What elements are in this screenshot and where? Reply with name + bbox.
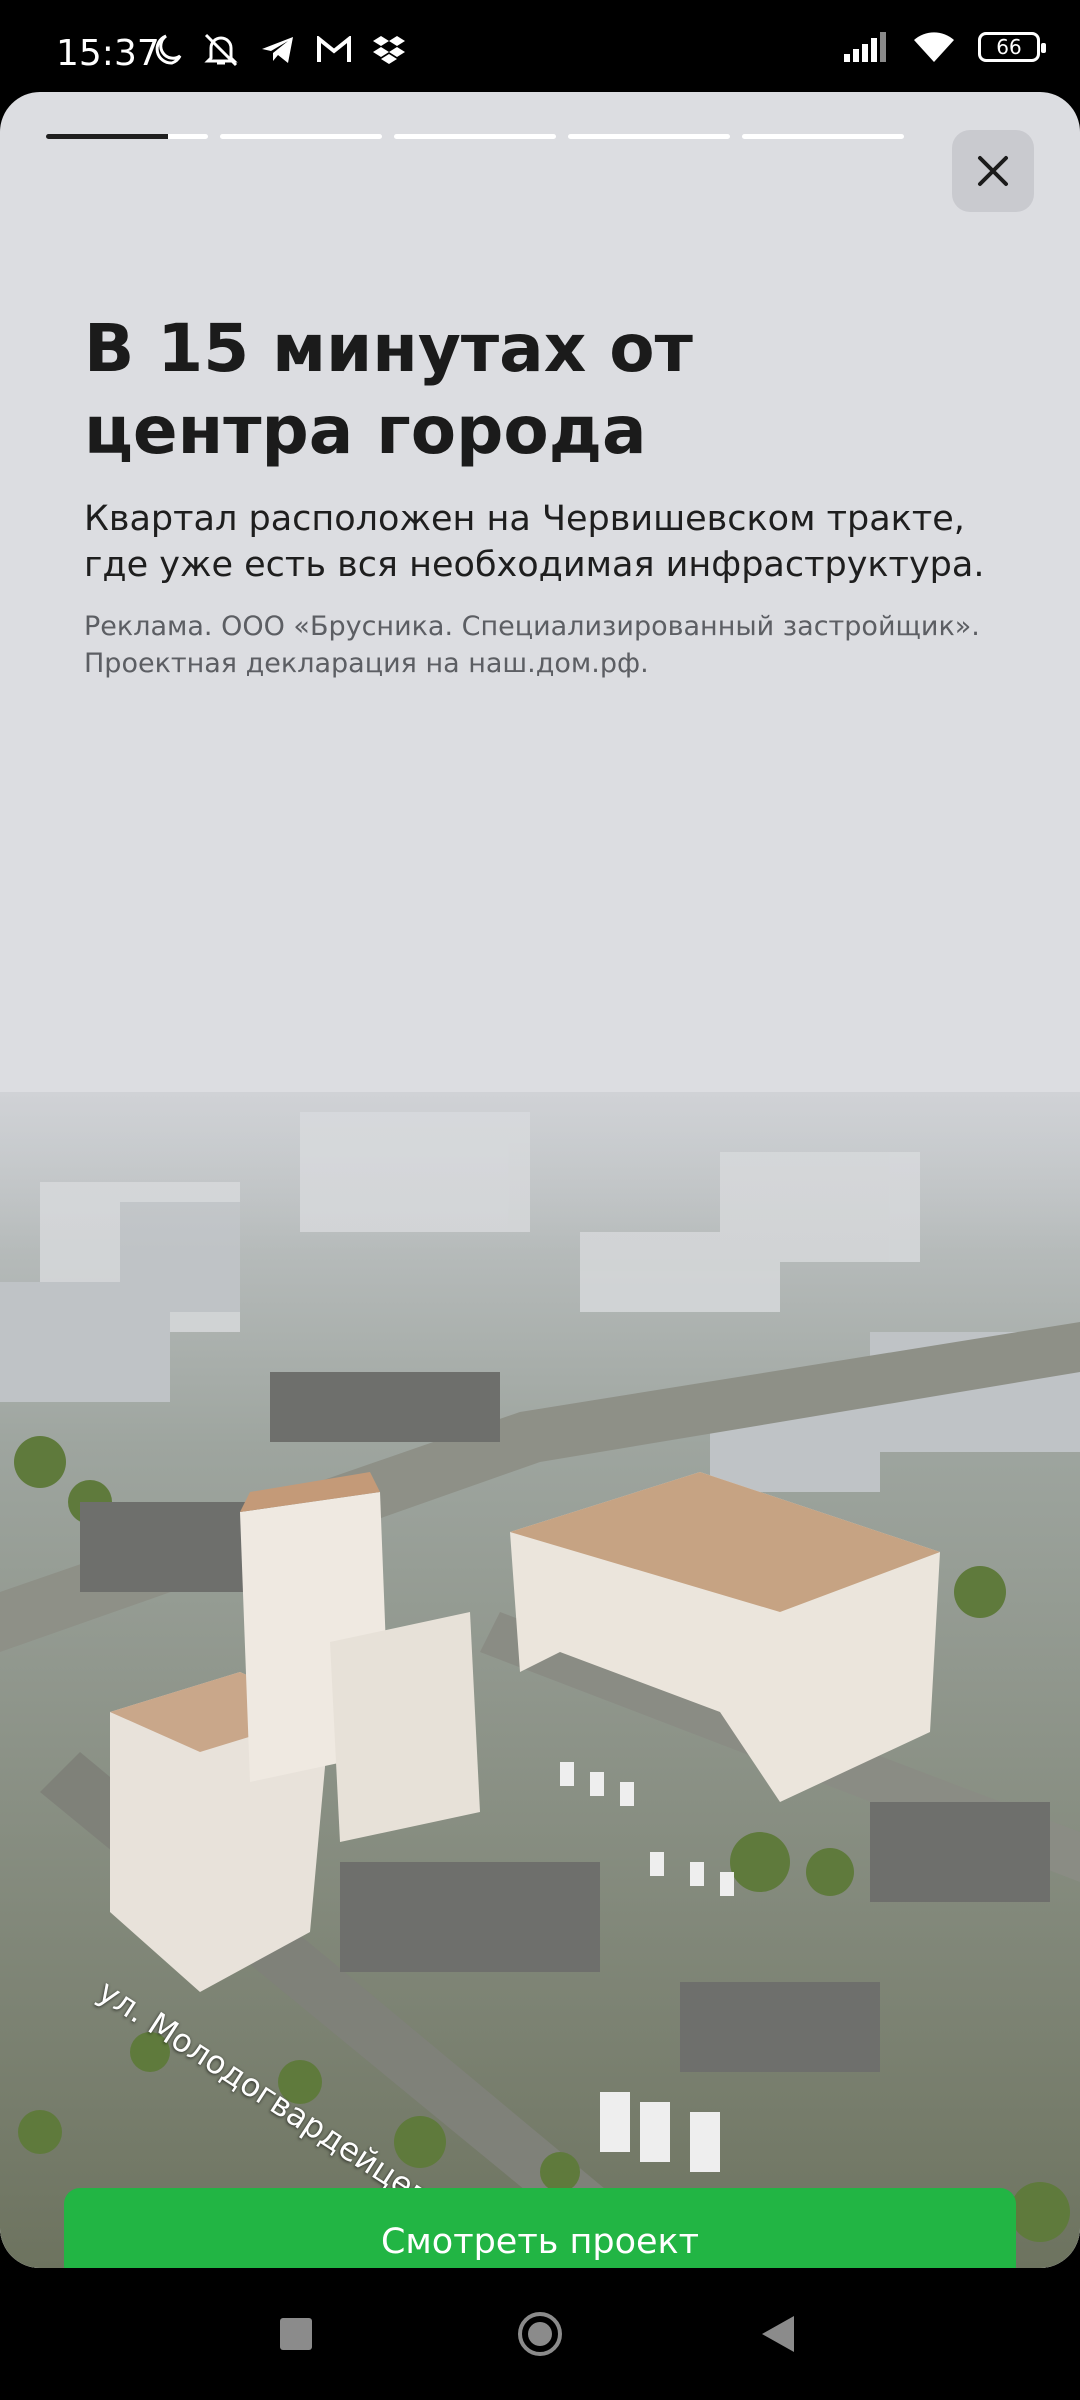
progress-segment-fill (46, 134, 168, 139)
status-bar: 15:37 66 (0, 0, 1080, 92)
story-title: В 15 минутах от центра города (84, 310, 693, 469)
progress-segment (46, 134, 208, 139)
progress-segment (742, 134, 904, 139)
progress-segment (220, 134, 382, 139)
home-button-dot (528, 2322, 552, 2346)
back-button[interactable] (762, 2316, 794, 2352)
progress-segment (394, 134, 556, 139)
progress-segment (568, 134, 730, 139)
close-button[interactable] (952, 130, 1034, 212)
telegram-icon (262, 37, 293, 63)
story-subtitle: Квартал расположен на Червишевском тракт… (84, 499, 985, 585)
view-project-button[interactable]: Смотреть проект (64, 2188, 1016, 2268)
status-time: 15:37 (56, 33, 160, 74)
ad-disclaimer: Реклама. ООО «Брусника. Специализированн… (84, 611, 980, 679)
fog-overlay (0, 732, 1080, 1252)
gmail-icon (317, 36, 351, 62)
bell-off-icon (204, 33, 238, 67)
battery-indicator: 66 (978, 32, 1046, 62)
moon-icon (155, 34, 182, 65)
notification-icons (150, 32, 406, 68)
close-icon (978, 156, 1008, 186)
story-progress (46, 134, 904, 139)
recent-apps-button[interactable] (280, 2318, 312, 2350)
wifi-icon (914, 32, 954, 62)
signal-icon (844, 32, 886, 62)
system-icons: 66 (842, 30, 1046, 64)
dropbox-icon (373, 36, 405, 64)
story-card[interactable]: В 15 минутах от центра города Квартал ра… (0, 92, 1080, 2268)
